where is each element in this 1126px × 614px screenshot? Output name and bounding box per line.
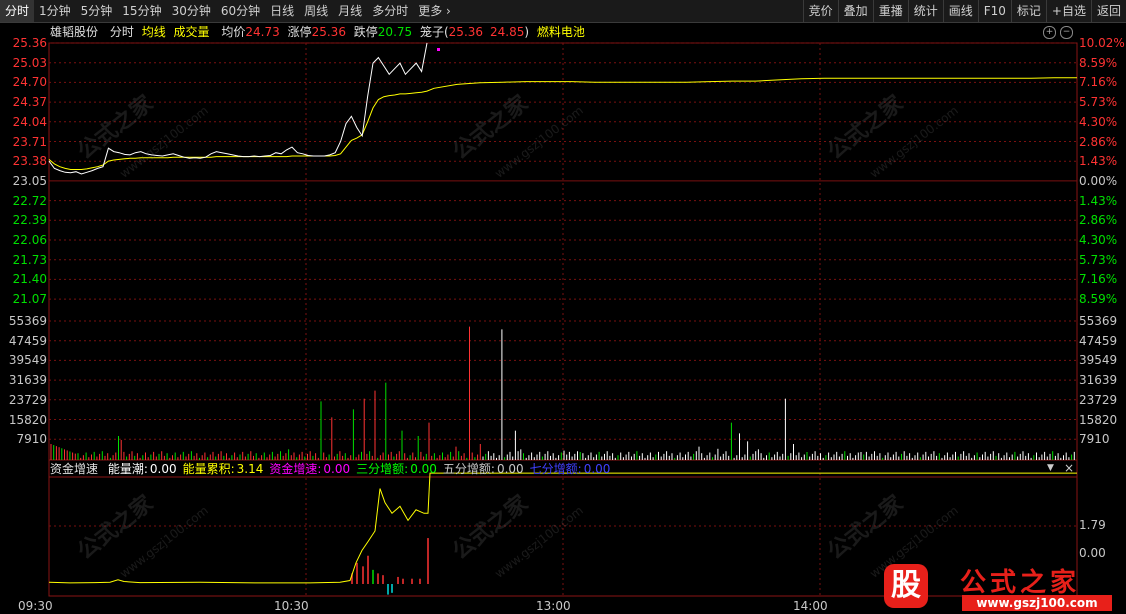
volume-tick-label: 31639 bbox=[1079, 373, 1118, 388]
percent-tick-label: 5.73% bbox=[1079, 95, 1118, 110]
volume-tick-label: 39549 bbox=[1079, 353, 1118, 368]
price-tick-label: 25.36 bbox=[12, 36, 47, 50]
indicator-item-value: 0.00 bbox=[410, 462, 437, 476]
price-tick-label: 22.39 bbox=[12, 213, 47, 228]
time-tick-label: 09:30 bbox=[18, 599, 53, 613]
indicator-axis-top: 1.79 bbox=[1079, 518, 1106, 532]
indicator-item-label: 能量潮: bbox=[107, 462, 148, 476]
price-tick-label: 24.37 bbox=[12, 95, 47, 110]
volume-tick-label: 47459 bbox=[1079, 333, 1118, 348]
price-tick-label: 23.38 bbox=[12, 154, 47, 169]
logo-glyph: 股 bbox=[884, 564, 928, 608]
price-tick-label: 21.40 bbox=[12, 272, 47, 287]
price-tick-label: 22.06 bbox=[12, 233, 47, 247]
volume-tick-label: 15820 bbox=[1079, 412, 1118, 427]
indicator-close-icon[interactable]: × bbox=[1064, 461, 1074, 475]
time-tick-label: 13:00 bbox=[536, 599, 571, 613]
percent-tick-label: 4.30% bbox=[1079, 233, 1118, 247]
price-tick-label: 23.71 bbox=[12, 134, 47, 149]
volume-tick-label: 7910 bbox=[16, 432, 47, 447]
volume-tick-label: 7910 bbox=[1079, 432, 1110, 447]
percent-tick-label: 2.86% bbox=[1079, 213, 1118, 228]
price-tick-label: 23.05 bbox=[12, 173, 47, 188]
time-tick-label: 14:00 bbox=[793, 599, 828, 613]
time-tick-label: 10:30 bbox=[274, 599, 309, 613]
indicator-item-value: 0.00 bbox=[149, 462, 177, 476]
price-tick-label: 25.03 bbox=[12, 55, 47, 70]
percent-tick-label: 4.30% bbox=[1079, 114, 1118, 129]
indicator-item-label: 资金增速: bbox=[269, 462, 322, 476]
percent-tick-label: 7.16% bbox=[1079, 75, 1118, 90]
indicator-item-value: 3.14 bbox=[236, 462, 264, 476]
indicator-item-label: 五分增额: bbox=[442, 462, 495, 476]
volume-tick-label: 39549 bbox=[8, 353, 47, 368]
indicator-bars bbox=[351, 538, 429, 595]
indicator-item-label: 七分增额: bbox=[529, 462, 582, 476]
percent-tick-label: 1.43% bbox=[1079, 154, 1118, 169]
price-tick-label: 21.73 bbox=[12, 252, 47, 267]
percent-tick-label: 1.43% bbox=[1079, 193, 1118, 208]
logo-title: 公式之家 bbox=[960, 568, 1081, 598]
site-logo: 股 公式之家 www.gszj100.com bbox=[878, 562, 1126, 614]
indicator-item-value: 0.00 bbox=[323, 462, 351, 476]
volume-tick-label: 55369 bbox=[8, 314, 47, 328]
percent-tick-label: 10.02% bbox=[1079, 36, 1125, 50]
percent-tick-label: 8.59% bbox=[1079, 55, 1118, 70]
indicator-bar: 资金增速 能量潮: 0.00 能量累积: 3.14 资金增速: 0.00 三分增额: 0.00… bbox=[0, 461, 616, 477]
volume-tick-label: 55369 bbox=[1079, 314, 1118, 328]
volume-tick-label: 47459 bbox=[8, 333, 47, 348]
indicator-dropdown-icon[interactable]: ▼ bbox=[1047, 463, 1054, 473]
volume-tick-label: 23729 bbox=[1079, 392, 1118, 407]
volume-tick-label: 23729 bbox=[8, 392, 47, 407]
indicator-item-value: 0.00 bbox=[583, 462, 611, 476]
indicator-axis-zero: 0.00 bbox=[1079, 546, 1106, 560]
volume-tick-label: 31639 bbox=[8, 373, 47, 388]
percent-tick-label: 0.00% bbox=[1079, 173, 1118, 188]
percent-tick-label: 7.16% bbox=[1079, 272, 1118, 287]
indicator-item-label: 能量累积: bbox=[182, 462, 235, 476]
price-tick-label: 21.07 bbox=[12, 292, 47, 307]
indicator-item-label: 三分增额: bbox=[356, 462, 409, 476]
price-tick-label: 24.70 bbox=[12, 75, 47, 90]
percent-tick-label: 5.73% bbox=[1079, 252, 1118, 267]
indicator-item-value: 0.00 bbox=[496, 462, 524, 476]
indicator-name[interactable]: 资金增速 bbox=[50, 462, 98, 476]
volume-tick-label: 15820 bbox=[8, 412, 47, 427]
percent-tick-label: 2.86% bbox=[1079, 134, 1118, 149]
percent-tick-label: 8.59% bbox=[1079, 292, 1118, 307]
logo-url: www.gszj100.com bbox=[962, 595, 1112, 611]
price-tick-label: 22.72 bbox=[12, 193, 47, 208]
price-marker bbox=[437, 48, 440, 51]
price-tick-label: 24.04 bbox=[12, 114, 47, 129]
